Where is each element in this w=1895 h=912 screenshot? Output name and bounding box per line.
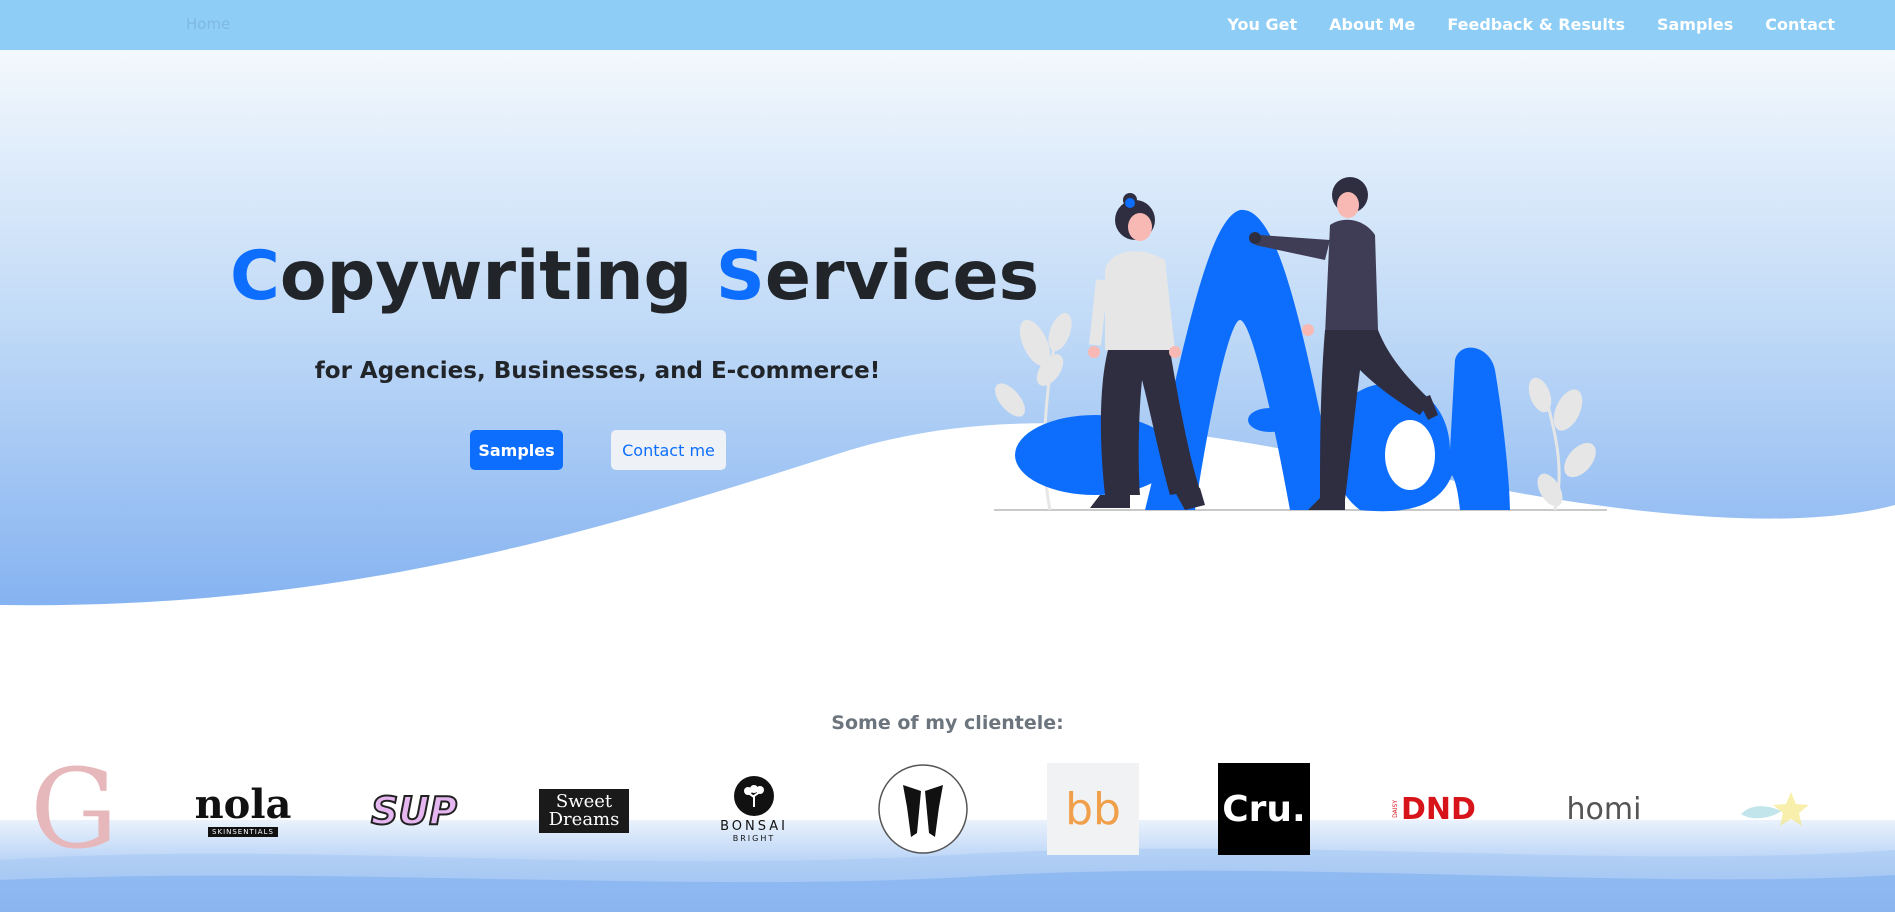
client-logo-bonsai-bright: BONSAI BRIGHT [708,763,800,855]
client-logo-row: G nola SKINSENTIALS SUP Sweet Dreams BON… [0,745,1895,873]
samples-button[interactable]: Samples [470,430,563,470]
client-logo-cru: Cru. [1218,763,1310,855]
client-logo-homi: homi [1566,791,1642,827]
nav-link-contact[interactable]: Contact [1765,15,1835,34]
hero-title-c: C [230,237,280,316]
client-logo-bb: bb [1047,763,1139,855]
nav-home-link[interactable]: Home [186,15,230,33]
sweet-dreams-badge: Sweet Dreams [539,789,629,833]
client-logo-nola: nola SKINSENTIALS [194,781,292,837]
nav-link-you-get[interactable]: You Get [1227,15,1297,34]
nav-links: You Get About Me Feedback & Results Samp… [1227,15,1835,34]
contact-me-button[interactable]: Contact me [611,430,726,470]
client-logo-sweet-dreams: Sweet Dreams [538,765,630,857]
client-logo-g: G [30,745,118,873]
hero-subtitle: for Agencies, Businesses, and E-commerce… [314,358,881,384]
navbar: Home You Get About Me Feedback & Results… [0,0,1895,50]
bonsai-tree-icon [734,775,774,816]
hero-illustration [994,177,1607,512]
mask-emblem-icon [878,764,968,854]
nav-link-samples[interactable]: Samples [1657,15,1733,34]
hero-title-mid: opywriting [279,237,716,316]
client-logo-star [1730,763,1822,855]
client-logo-mask [877,763,969,855]
nav-link-feedback-results[interactable]: Feedback & Results [1447,15,1625,34]
nav-link-about-me[interactable]: About Me [1329,15,1415,34]
hero-title-s: S [715,237,765,316]
hero-title: Copywriting Services [230,237,1039,316]
clientele-title: Some of my clientele: [831,712,1064,734]
client-logo-dnd: DAISY DND [1392,791,1476,827]
star-logo-icon [1741,792,1809,826]
client-logo-sup: SUP [370,788,458,834]
